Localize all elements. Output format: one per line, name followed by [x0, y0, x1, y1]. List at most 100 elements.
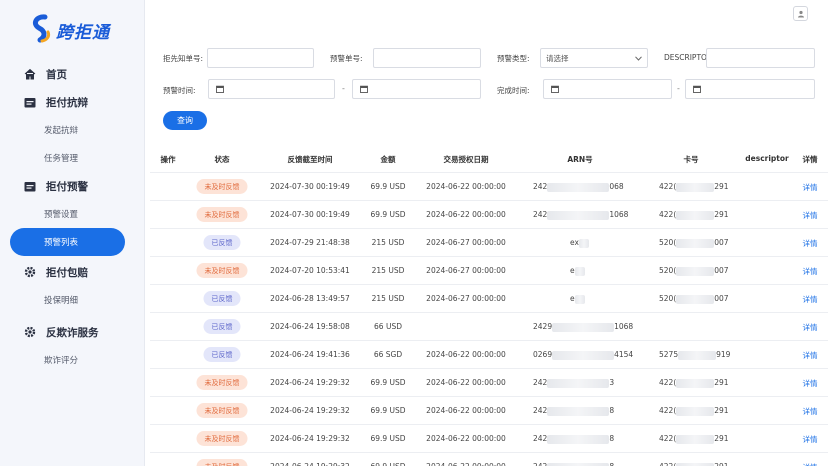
- arn-prefix: e: [570, 294, 575, 303]
- arn-cell: 242 3: [533, 378, 614, 388]
- table-row: 未及时反馈 2024-06-24 19:29:32 69.9 USD 2024-06-…: [150, 424, 828, 452]
- card-suffix: 291: [714, 406, 729, 415]
- status-badge: 已反馈: [203, 319, 241, 334]
- arn-cell: 0269 4154: [533, 350, 633, 360]
- done-time-start-input[interactable]: [543, 79, 672, 99]
- status-badge: 未及时反馈: [196, 263, 248, 278]
- card-cell: 422(291: [659, 210, 729, 220]
- arn-mask: [574, 266, 585, 276]
- arn-mask: [574, 294, 585, 304]
- order-no-input[interactable]: [207, 48, 314, 68]
- card-prefix: 422(: [659, 462, 676, 466]
- detail-link[interactable]: 详情: [803, 238, 818, 249]
- card-prefix: 520(: [659, 266, 677, 275]
- sidebar-item-start-dispute[interactable]: 发起抗辩: [0, 116, 145, 144]
- auth-date-cell: 2024-06-22 00:00:00: [426, 462, 506, 466]
- detail-link[interactable]: 详情: [803, 378, 818, 389]
- table-row: 未及时反馈 2024-06-24 19:29:32 69.9 USD 2024-06-…: [150, 368, 828, 396]
- card-mask: [676, 406, 715, 416]
- sidebar-item-insurance-detail[interactable]: 投保明细: [0, 286, 145, 314]
- sidebar-item-alert-list[interactable]: 预警列表: [10, 228, 125, 256]
- card-mask: [676, 434, 715, 444]
- arn-cell: 242 8: [533, 434, 614, 444]
- table-body: 未及时反馈 2024-07-30 00:19:49 69.9 USD 2024-06-…: [150, 172, 828, 466]
- arn-suffix: 8: [609, 434, 615, 443]
- arn-cell: 2429 1068: [533, 322, 633, 332]
- card-prefix: 520(: [659, 238, 677, 247]
- alert-time-start-input[interactable]: [208, 79, 335, 99]
- sidebar-item-alert-settings[interactable]: 预警设置: [0, 200, 145, 228]
- detail-link[interactable]: 详情: [803, 294, 818, 305]
- arn-suffix: 1068: [609, 210, 629, 219]
- detail-link[interactable]: 详情: [803, 350, 818, 361]
- status-badge: 未及时反馈: [196, 431, 248, 446]
- table-row: 未及时反馈 2024-07-30 00:19:49 69.9 USD 2024-06-…: [150, 200, 828, 228]
- arn-prefix: 242: [533, 434, 548, 443]
- alert-type-select[interactable]: 请选择: [540, 48, 648, 68]
- alert-type-value: 请选择: [546, 53, 569, 63]
- brand-logo[interactable]: 跨拒通: [30, 12, 110, 48]
- nav-dispute: 拒付抗辩 发起抗辩 任务管理: [0, 88, 145, 172]
- card-cell: 422(291: [659, 406, 729, 416]
- arn-suffix: 1068: [614, 322, 634, 331]
- nav-alert: 拒付预警 预警设置 预警列表: [0, 172, 145, 256]
- col-action: 操作: [160, 155, 176, 164]
- card-prefix: 422(: [659, 210, 677, 219]
- done-time-end-input[interactable]: [685, 79, 815, 99]
- alert-time-separator: -: [342, 84, 345, 93]
- arn-cell: ex: [570, 238, 589, 248]
- user-menu-button[interactable]: [793, 6, 808, 21]
- table-row: 已反馈 2024-06-24 19:58:08 66 USD 2429 1068 详情: [150, 312, 828, 340]
- sidebar-item-task-management[interactable]: 任务管理: [0, 144, 145, 172]
- query-button[interactable]: 查询: [163, 111, 207, 130]
- card-mask: [676, 210, 715, 220]
- status-badge: 未及时反馈: [196, 207, 248, 222]
- arn-prefix: 242: [533, 462, 547, 466]
- card-mask: [676, 462, 715, 466]
- sidebar-item-label: 拒付抗辩: [46, 96, 88, 109]
- alert-no-input[interactable]: [373, 48, 481, 68]
- card-suffix: 291: [714, 434, 729, 443]
- col-detail: 详情: [802, 155, 818, 164]
- table-row: 未及时反馈 2024-06-24 19:29:32 69.9 USD 2024-06-…: [150, 396, 828, 424]
- card-mask: [676, 238, 715, 248]
- card-suffix: 007: [714, 238, 729, 247]
- done-time-separator: -: [677, 84, 680, 93]
- alert-time-end-input[interactable]: [352, 79, 481, 99]
- folder-icon: [23, 95, 37, 109]
- arn-suffix: 8: [609, 406, 615, 415]
- detail-link[interactable]: 详情: [803, 462, 818, 466]
- sidebar-item-insurance[interactable]: 拒付包赔: [0, 258, 145, 286]
- col-amount: 金额: [380, 155, 396, 164]
- alert-time-label: 预警时间:: [163, 86, 196, 95]
- descriptor-input[interactable]: [706, 48, 815, 68]
- sidebar-item-label: 拒付包赔: [46, 266, 88, 279]
- sidebar-item-dispute[interactable]: 拒付抗辩: [0, 88, 145, 116]
- arn-prefix: 242: [533, 182, 548, 191]
- detail-link[interactable]: 详情: [803, 322, 818, 333]
- calendar-icon: [216, 85, 224, 93]
- arn-prefix: 242: [533, 378, 548, 387]
- alert-type-label: 预警类型:: [497, 54, 530, 63]
- detail-link[interactable]: 详情: [803, 182, 818, 193]
- sidebar-item-home[interactable]: 首页: [0, 60, 145, 88]
- detail-link[interactable]: 详情: [803, 434, 818, 445]
- detail-link[interactable]: 详情: [803, 406, 818, 417]
- order-no-label: 拒先知单号:: [163, 54, 204, 63]
- nav-home[interactable]: 首页: [0, 60, 145, 88]
- sidebar-item-alert[interactable]: 拒付预警: [0, 172, 145, 200]
- detail-link[interactable]: 详情: [803, 210, 818, 221]
- detail-link[interactable]: 详情: [803, 266, 818, 277]
- arn-prefix: e: [570, 266, 575, 275]
- deadline-cell: 2024-07-30 00:19:49: [270, 182, 350, 191]
- deadline-cell: 2024-06-24 19:29:32: [270, 378, 350, 387]
- sidebar-item-fraud-score[interactable]: 欺诈评分: [0, 346, 145, 374]
- amount-cell: 215 USD: [371, 294, 405, 303]
- col-arn: ARN号: [567, 155, 593, 164]
- nav-insurance: 拒付包赔 投保明细: [0, 258, 145, 314]
- arn-prefix: ex: [570, 238, 579, 247]
- sidebar-item-antifraud[interactable]: 反欺诈服务: [0, 318, 145, 346]
- card-suffix: 007: [714, 294, 729, 303]
- status-badge: 未及时反馈: [196, 179, 248, 194]
- sidebar-item-label: 首页: [46, 68, 67, 81]
